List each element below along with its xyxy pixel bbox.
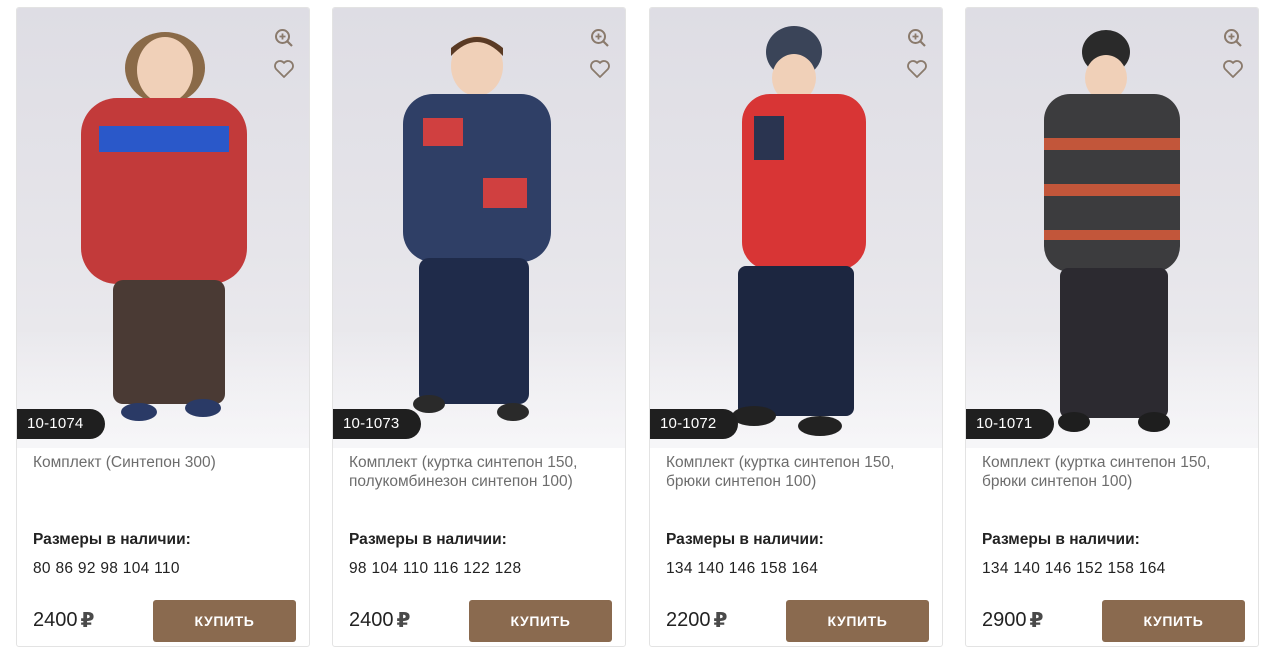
- child-figure: [732, 26, 866, 436]
- currency-symbol: ₽: [713, 610, 728, 632]
- currency-symbol: ₽: [396, 610, 411, 632]
- buy-button[interactable]: КУПИТЬ: [469, 600, 612, 642]
- child-figure: [81, 32, 247, 421]
- product-card[interactable]: 10-1072 Комплект (куртка синтепон 150, б…: [649, 7, 943, 647]
- buy-button[interactable]: КУПИТЬ: [786, 600, 929, 642]
- product-title[interactable]: Комплект (куртка синтепон 150, брюки син…: [666, 453, 930, 491]
- buy-button[interactable]: КУПИТЬ: [1102, 600, 1245, 642]
- heart-icon[interactable]: [1222, 58, 1244, 80]
- sizes-label: Размеры в наличии:: [349, 531, 507, 548]
- price: 2400 ₽: [349, 608, 410, 633]
- sizes-list: 98 104 110 116 122 128: [349, 560, 522, 577]
- zoom-in-icon[interactable]: [906, 27, 928, 49]
- product-card[interactable]: 10-1071 Комплект (куртка синтепон 150, б…: [965, 7, 1259, 647]
- product-photo[interactable]: 10-1071: [966, 8, 1258, 448]
- buy-button[interactable]: КУПИТЬ: [153, 600, 296, 642]
- product-title[interactable]: Комплект (Синтепон 300): [33, 453, 297, 472]
- sizes-list: 80 86 92 98 104 110: [33, 560, 180, 577]
- sizes-label: Размеры в наличии:: [666, 531, 824, 548]
- currency-symbol: ₽: [1029, 610, 1044, 632]
- price-value: 2900: [982, 609, 1027, 631]
- product-card[interactable]: 10-1074 Комплект (Синтепон 300) Размеры …: [16, 7, 310, 647]
- sku-badge: 10-1072: [650, 409, 738, 439]
- child-figure: [1044, 30, 1180, 432]
- sku-badge: 10-1074: [17, 409, 105, 439]
- zoom-in-icon[interactable]: [273, 27, 295, 49]
- heart-icon[interactable]: [273, 58, 295, 80]
- heart-icon[interactable]: [906, 58, 928, 80]
- sku-badge: 10-1073: [333, 409, 421, 439]
- sizes-label: Размеры в наличии:: [982, 531, 1140, 548]
- child-figure: [403, 36, 551, 421]
- heart-icon[interactable]: [589, 58, 611, 80]
- sizes-list: 134 140 146 158 164: [666, 560, 819, 577]
- sku-badge: 10-1071: [966, 409, 1054, 439]
- price: 2900 ₽: [982, 608, 1043, 633]
- price-value: 2200: [666, 609, 711, 631]
- product-grid: 10-1074 Комплект (Синтепон 300) Размеры …: [0, 0, 1280, 660]
- sizes-label: Размеры в наличии:: [33, 531, 191, 548]
- product-title[interactable]: Комплект (куртка синтепон 150, полукомби…: [349, 453, 613, 491]
- price: 2200 ₽: [666, 608, 727, 633]
- price-value: 2400: [33, 609, 78, 631]
- price: 2400 ₽: [33, 608, 94, 633]
- product-card[interactable]: 10-1073 Комплект (куртка синтепон 150, п…: [332, 7, 626, 647]
- zoom-in-icon[interactable]: [589, 27, 611, 49]
- product-photo[interactable]: 10-1074: [17, 8, 309, 448]
- product-photo[interactable]: 10-1073: [333, 8, 625, 448]
- price-value: 2400: [349, 609, 394, 631]
- zoom-in-icon[interactable]: [1222, 27, 1244, 49]
- product-photo[interactable]: 10-1072: [650, 8, 942, 448]
- sizes-list: 134 140 146 152 158 164: [982, 560, 1166, 577]
- currency-symbol: ₽: [80, 610, 95, 632]
- product-title[interactable]: Комплект (куртка синтепон 150, брюки син…: [982, 453, 1246, 491]
